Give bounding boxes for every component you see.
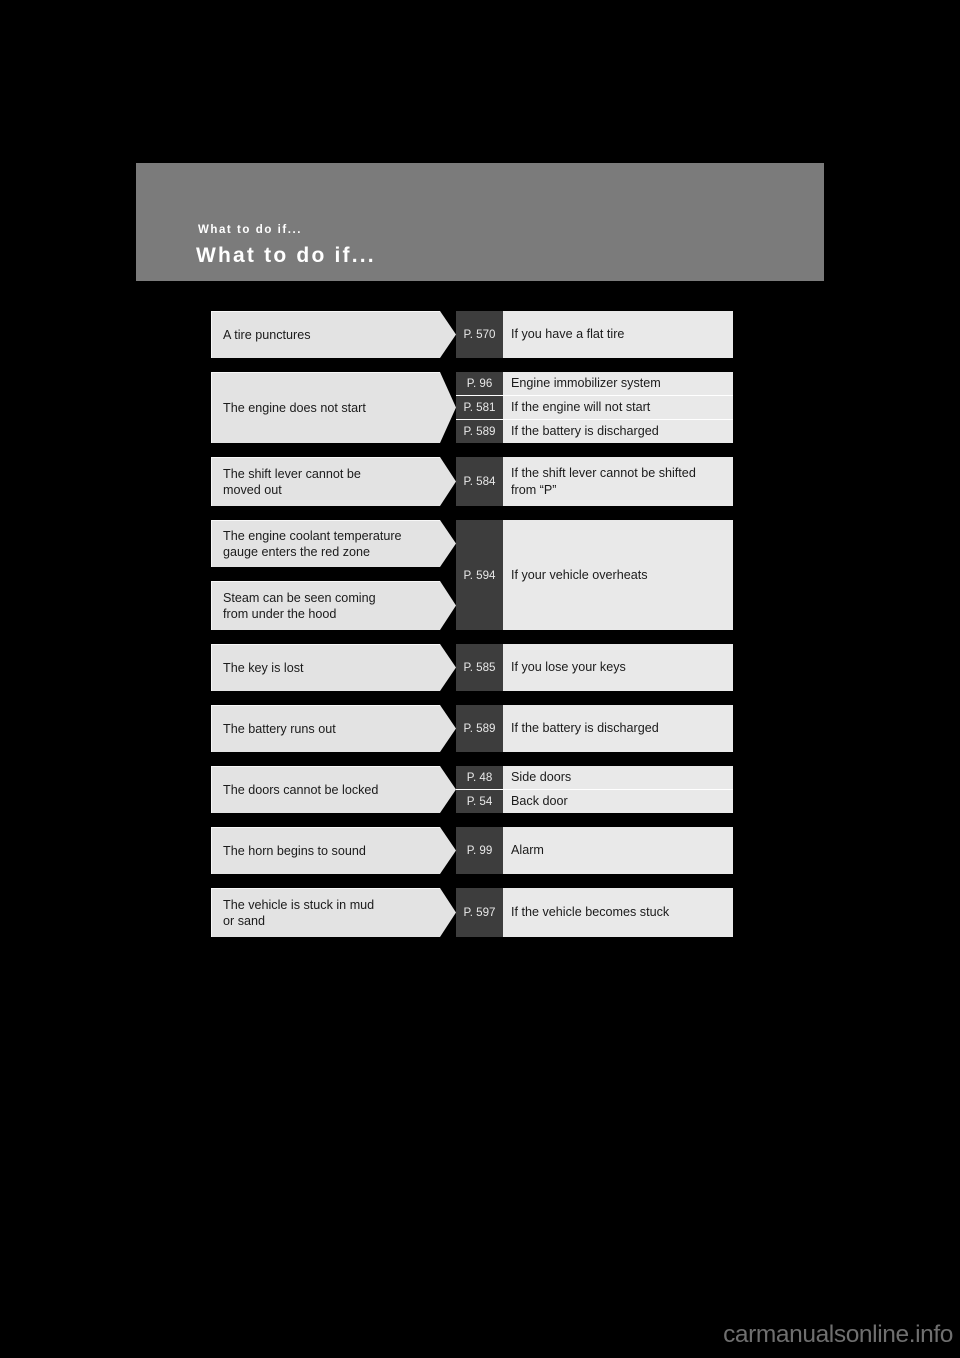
condition-arrow-box: The engine coolant temperature gauge ent… — [211, 520, 456, 567]
page-reference-badge[interactable]: P. 585 — [456, 644, 503, 691]
condition-label: The key is lost — [223, 660, 304, 675]
condition-label: Steam can be seen coming from under the … — [223, 590, 376, 622]
reference-description: If the engine will not start — [503, 396, 733, 419]
reference-column: P. 48 Side doors P. 54 Back door — [456, 766, 733, 813]
reference-column: P. 589 If the battery is discharged — [456, 705, 733, 752]
flow-row: The vehicle is stuck in mud or sand P. 5… — [211, 888, 733, 937]
reference-line: P. 48 Side doors — [456, 766, 733, 789]
reference-line: P. 584 If the shift lever cannot be shif… — [456, 457, 733, 506]
reference-column: P. 570 If you have a flat tire — [456, 311, 733, 358]
header-kicker: What to do if... — [198, 224, 303, 236]
reference-line: P. 96 Engine immobilizer system — [456, 372, 733, 395]
page-reference-badge[interactable]: P. 48 — [456, 766, 503, 789]
condition-label: The shift lever cannot be moved out — [223, 466, 361, 498]
reference-description: If you have a flat tire — [503, 311, 733, 358]
condition-column: The engine coolant temperature gauge ent… — [211, 520, 456, 630]
condition-arrow-box: Steam can be seen coming from under the … — [211, 581, 456, 630]
flow-row: The battery runs out P. 589 If the batte… — [211, 705, 733, 752]
reference-description: Engine immobilizer system — [503, 372, 733, 395]
reference-description: If the shift lever cannot be shifted fro… — [503, 457, 733, 506]
site-watermark: carmanualsonline.info — [723, 1321, 953, 1348]
reference-description: Side doors — [503, 766, 733, 789]
condition-arrow-box: A tire punctures — [211, 311, 456, 358]
reference-column: P. 597 If the vehicle becomes stuck — [456, 888, 733, 937]
page-reference-badge[interactable]: P. 54 — [456, 790, 503, 813]
reference-description: If your vehicle overheats — [503, 520, 733, 630]
reference-line: P. 570 If you have a flat tire — [456, 311, 733, 358]
flow-row: The engine coolant temperature gauge ent… — [211, 520, 733, 630]
reference-description: If the battery is discharged — [503, 420, 733, 443]
reference-description: If the battery is discharged — [503, 705, 733, 752]
page-reference-badge[interactable]: P. 96 — [456, 372, 503, 395]
flow-row: A tire punctures P. 570 If you have a fl… — [211, 311, 733, 358]
reference-column: P. 585 If you lose your keys — [456, 644, 733, 691]
condition-arrow-box: The shift lever cannot be moved out — [211, 457, 456, 506]
condition-spacer — [211, 567, 456, 581]
condition-arrow-box: The key is lost — [211, 644, 456, 691]
reference-column: P. 99 Alarm — [456, 827, 733, 874]
flow-row: The horn begins to sound P. 99 Alarm — [211, 827, 733, 874]
page-title: What to do if... — [196, 244, 376, 267]
page-reference-badge[interactable]: P. 597 — [456, 888, 503, 937]
condition-column: The battery runs out — [211, 705, 456, 752]
what-to-do-if-flow-table: A tire punctures P. 570 If you have a fl… — [211, 311, 733, 937]
page-reference-badge[interactable]: P. 594 — [456, 520, 503, 630]
reference-line: P. 597 If the vehicle becomes stuck — [456, 888, 733, 937]
flow-row: The key is lost P. 585 If you lose your … — [211, 644, 733, 691]
reference-column: P. 594 If your vehicle overheats — [456, 520, 733, 630]
condition-label: The doors cannot be locked — [223, 782, 379, 797]
reference-line: P. 585 If you lose your keys — [456, 644, 733, 691]
reference-line: P. 594 If your vehicle overheats — [456, 520, 733, 630]
condition-arrow-box: The engine does not start — [211, 372, 456, 443]
condition-column: The key is lost — [211, 644, 456, 691]
reference-description: Back door — [503, 790, 733, 813]
flow-row: The engine does not start P. 96 Engine i… — [211, 372, 733, 443]
flow-row: The shift lever cannot be moved out P. 5… — [211, 457, 733, 506]
condition-label: A tire punctures — [223, 327, 311, 342]
reference-description: If the vehicle becomes stuck — [503, 888, 733, 937]
condition-label: The vehicle is stuck in mud or sand — [223, 897, 375, 929]
reference-description: If you lose your keys — [503, 644, 733, 691]
reference-line: P. 581 If the engine will not start — [456, 395, 733, 419]
condition-column: A tire punctures — [211, 311, 456, 358]
reference-line: P. 589 If the battery is discharged — [456, 419, 733, 443]
condition-arrow-box: The doors cannot be locked — [211, 766, 456, 813]
reference-line: P. 54 Back door — [456, 789, 733, 813]
page-header-band: What to do if... What to do if... — [136, 163, 824, 281]
condition-arrow-box: The battery runs out — [211, 705, 456, 752]
condition-column: The shift lever cannot be moved out — [211, 457, 456, 506]
page-reference-badge[interactable]: P. 589 — [456, 420, 503, 443]
condition-label: The engine does not start — [223, 400, 366, 415]
condition-label: The engine coolant temperature gauge ent… — [223, 528, 402, 560]
reference-description: Alarm — [503, 827, 733, 874]
reference-column: P. 584 If the shift lever cannot be shif… — [456, 457, 733, 506]
condition-arrow-box: The horn begins to sound — [211, 827, 456, 874]
reference-column: P. 96 Engine immobilizer system P. 581 I… — [456, 372, 733, 443]
condition-label: The horn begins to sound — [223, 843, 366, 858]
condition-column: The horn begins to sound — [211, 827, 456, 874]
page-reference-badge[interactable]: P. 99 — [456, 827, 503, 874]
condition-column: The doors cannot be locked — [211, 766, 456, 813]
flow-row: The doors cannot be locked P. 48 Side do… — [211, 766, 733, 813]
condition-label: The battery runs out — [223, 721, 336, 736]
page-reference-badge[interactable]: P. 589 — [456, 705, 503, 752]
page-reference-badge[interactable]: P. 584 — [456, 457, 503, 506]
condition-column: The vehicle is stuck in mud or sand — [211, 888, 456, 937]
page-reference-badge[interactable]: P. 581 — [456, 396, 503, 419]
page-reference-badge[interactable]: P. 570 — [456, 311, 503, 358]
reference-line: P. 99 Alarm — [456, 827, 733, 874]
reference-line: P. 589 If the battery is discharged — [456, 705, 733, 752]
condition-arrow-box: The vehicle is stuck in mud or sand — [211, 888, 456, 937]
condition-column: The engine does not start — [211, 372, 456, 443]
